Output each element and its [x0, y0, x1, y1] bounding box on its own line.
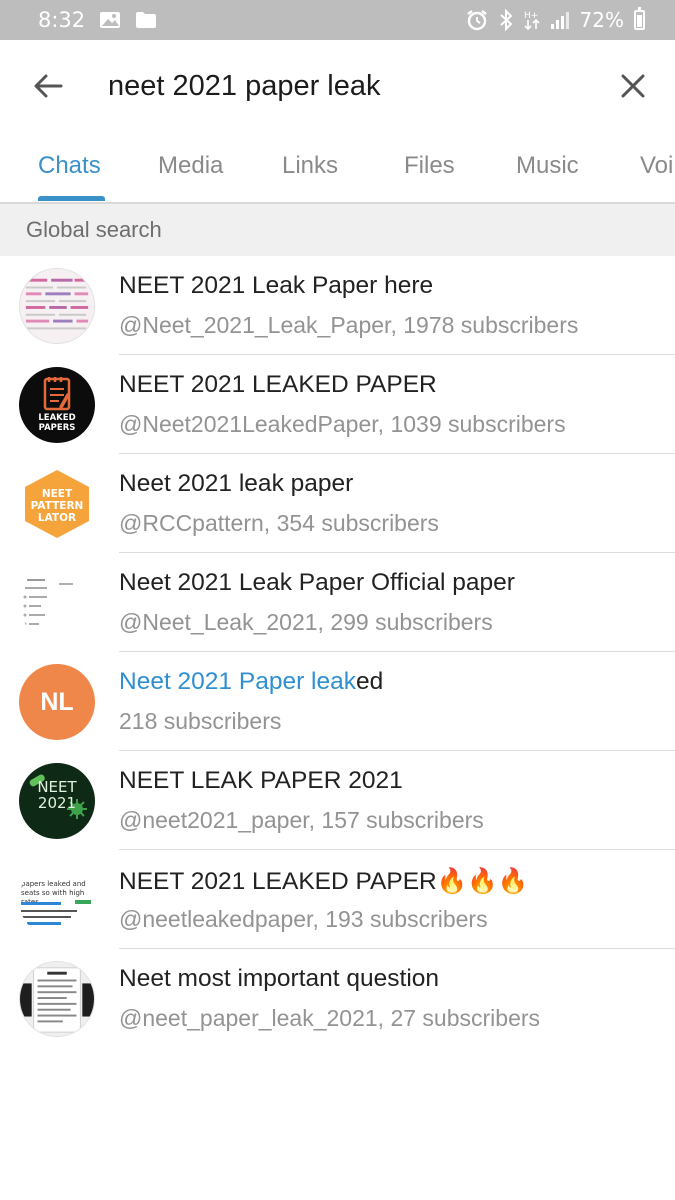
list-item[interactable]: LEAKED PAPERS NEET 2021 LEAKED PAPER @Ne…	[0, 355, 675, 454]
bluetooth-icon	[498, 9, 514, 31]
tab-files[interactable]: Files	[404, 152, 455, 180]
result-subtitle: @RCCpattern, 354 subscribers	[119, 510, 439, 536]
list-item[interactable]: NEET 2021 Leak Paper here @Neet_2021_Lea…	[0, 256, 675, 355]
result-title: Neet 2021 Paper leaked	[119, 668, 383, 696]
search-input[interactable]: neet 2021 paper leak	[108, 70, 613, 103]
result-title: Neet 2021 leak paper	[119, 470, 354, 497]
section-title: Global search	[26, 217, 162, 242]
avatar	[19, 268, 95, 344]
result-subtitle: @neetleakedpaper, 193 subscribers	[119, 906, 488, 932]
avatar: NEET PATTERN LATOR	[19, 466, 95, 542]
avatar: LEAKED PAPERS	[19, 367, 95, 443]
avatar: papers leaked and seats so with high rat…	[19, 862, 95, 938]
avatar-initials: NL	[40, 687, 74, 716]
section-header: Global search	[0, 204, 675, 256]
result-title: NEET 2021 LEAKED PAPER🔥🔥🔥	[119, 868, 529, 895]
tweet-screenshot-icon	[21, 900, 91, 925]
active-tab-indicator	[38, 196, 105, 201]
avatar-text: NEET 2021	[37, 778, 77, 812]
image-icon	[99, 11, 121, 29]
result-title: NEET 2021 LEAKED PAPER	[119, 371, 437, 398]
arrow-left-icon	[34, 74, 63, 98]
folder-icon	[135, 11, 157, 29]
result-title: NEET LEAK PAPER 2021	[119, 767, 403, 794]
tab-media[interactable]: Media	[158, 152, 223, 180]
list-item[interactable]: Neet most important question @neet_paper…	[0, 949, 675, 1048]
status-bar: 8:32 H+ 72%	[0, 0, 675, 40]
result-subtitle: @neet2021_paper, 157 subscribers	[119, 807, 484, 833]
tab-music[interactable]: Music	[516, 152, 579, 180]
avatar-text: NEET PATTERN LATOR	[30, 488, 84, 524]
text-document-icon	[19, 565, 95, 641]
result-subtitle: @neet_paper_leak_2021, 27 subscribers	[119, 1005, 541, 1031]
data-arrows-icon: H+	[524, 9, 540, 31]
search-tabs: Chats Media Links Files Music Voi	[0, 132, 675, 202]
result-subtitle: @Neet_Leak_2021, 299 subscribers	[119, 609, 493, 635]
close-icon	[621, 74, 645, 98]
results-list: NEET 2021 Leak Paper here @Neet_2021_Lea…	[0, 256, 675, 1048]
result-title: NEET 2021 Leak Paper here	[119, 272, 434, 299]
avatar	[19, 565, 95, 641]
list-item[interactable]: papers leaked and seats so with high rat…	[0, 850, 675, 949]
tab-chats[interactable]: Chats	[38, 152, 101, 180]
title-rest: ed	[356, 668, 384, 695]
battery-icon	[634, 7, 645, 30]
newspaper-clipping-icon	[20, 269, 94, 343]
list-item[interactable]: NL Neet 2021 Paper leaked 218 subscriber…	[0, 652, 675, 751]
title-match-highlight: Neet 2021 Paper leak	[119, 668, 356, 695]
list-item[interactable]: Neet 2021 Leak Paper Official paper @Nee…	[0, 553, 675, 652]
question-sheet-icon	[20, 962, 94, 1036]
tab-links[interactable]: Links	[282, 152, 338, 180]
avatar: NEET 2021	[19, 763, 95, 839]
battery-percentage: 72%	[579, 8, 624, 32]
tab-voice[interactable]: Voi	[640, 152, 673, 180]
search-header: neet 2021 paper leak	[0, 40, 675, 132]
result-title: Neet 2021 Leak Paper Official paper	[119, 569, 515, 596]
result-subtitle: 218 subscribers	[119, 708, 282, 734]
result-title: Neet most important question	[119, 965, 440, 992]
avatar: NL	[19, 664, 95, 740]
list-item[interactable]: NEET PATTERN LATOR Neet 2021 leak paper …	[0, 454, 675, 553]
alarm-icon	[466, 9, 488, 31]
avatar	[19, 961, 95, 1037]
clear-search-button[interactable]	[613, 66, 653, 106]
avatar-text: LEAKED PAPERS	[38, 413, 76, 433]
list-item[interactable]: NEET 2021 NEET LEAK PAPER 2021 @neet2021…	[0, 751, 675, 850]
result-subtitle: @Neet_2021_Leak_Paper, 1978 subscribers	[119, 312, 579, 338]
back-button[interactable]	[28, 66, 68, 106]
status-time: 8:32	[38, 8, 86, 32]
result-subtitle: @Neet2021LeakedPaper, 1039 subscribers	[119, 411, 566, 437]
signal-icon	[550, 10, 570, 30]
